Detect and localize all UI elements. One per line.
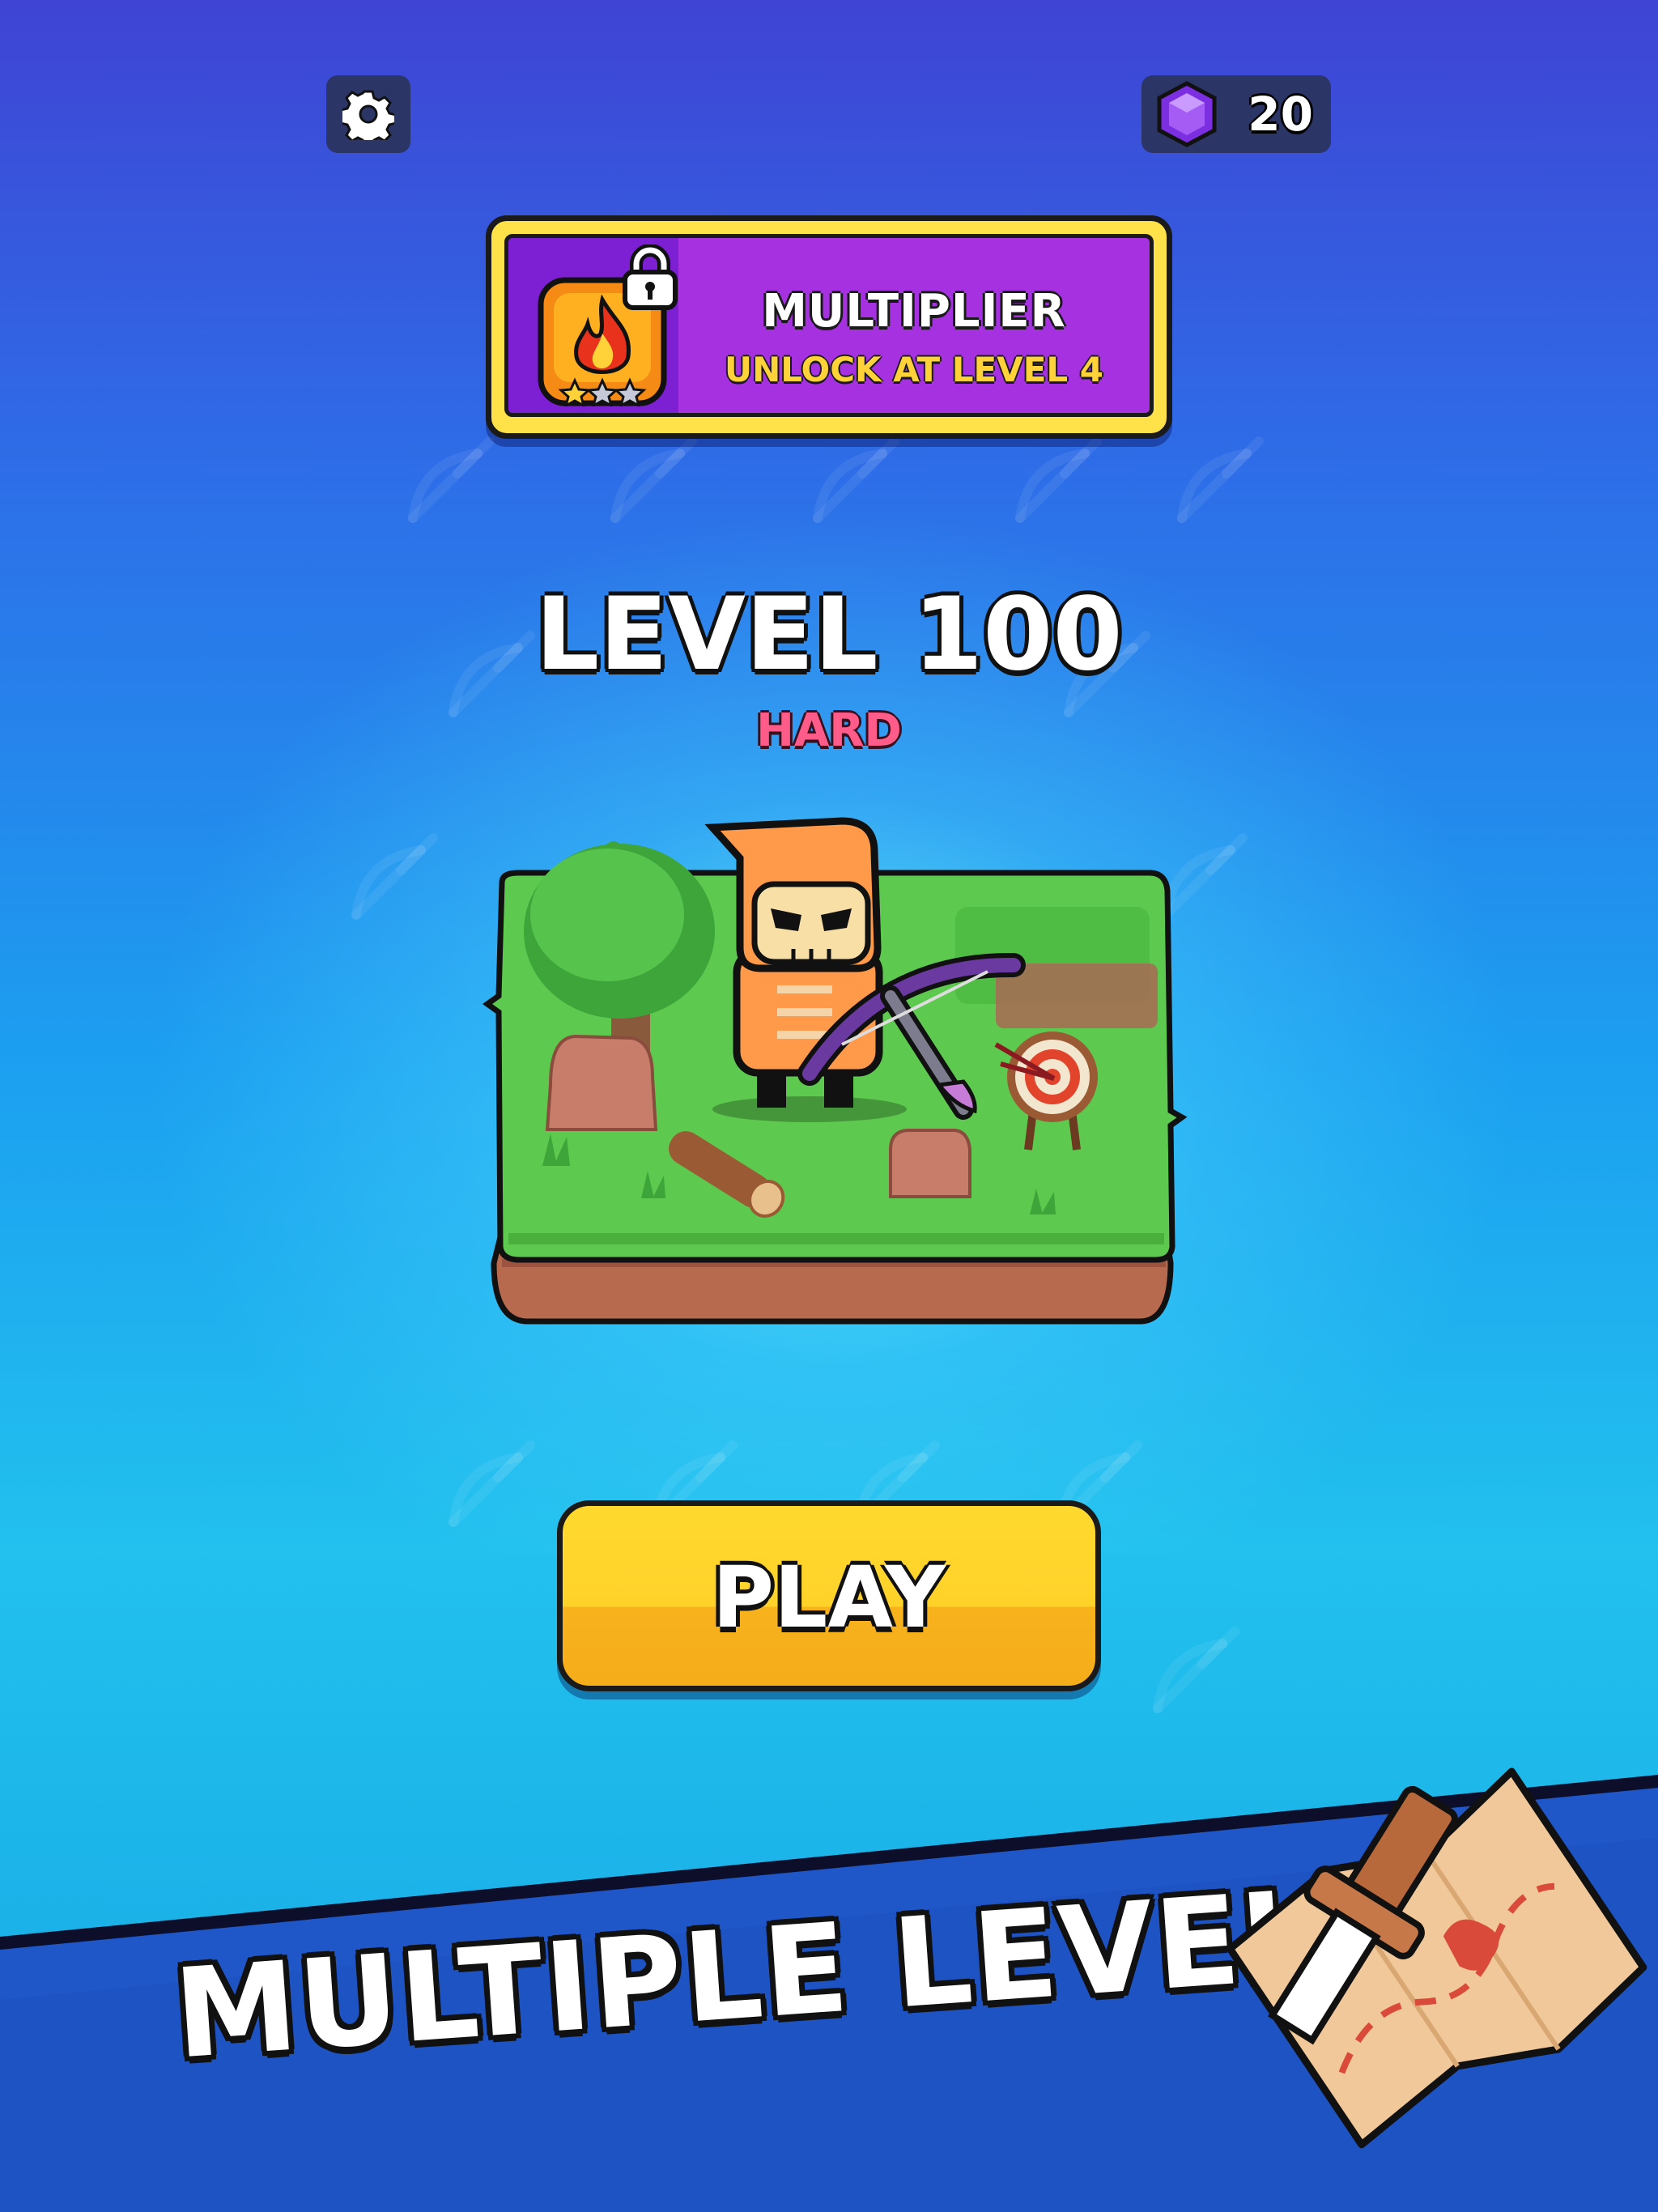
play-button-label: PLAY — [712, 1548, 946, 1647]
lock-icon — [623, 245, 678, 310]
settings-button[interactable] — [326, 75, 410, 153]
level-title: LEVEL 100 — [535, 576, 1123, 693]
gear-icon — [342, 90, 394, 140]
treasure-map-dagger-icon — [1226, 1767, 1647, 2149]
purple-gem-icon — [1157, 81, 1217, 147]
gem-count: 20 — [1248, 87, 1313, 142]
difficulty-label: HARD — [756, 704, 902, 757]
level-preview-island — [482, 817, 1188, 1325]
multiplier-title: MULTIPLIER — [762, 285, 1066, 338]
gem-counter[interactable]: 20 — [1141, 75, 1331, 153]
multiplier-banner[interactable]: MULTIPLIER UNLOCK AT LEVEL 4 — [486, 215, 1172, 439]
multiplier-unlock-text: UNLOCK AT LEVEL 4 — [725, 350, 1103, 389]
play-button[interactable]: PLAY — [557, 1500, 1101, 1691]
multiplier-banner-panel: MULTIPLIER UNLOCK AT LEVEL 4 — [504, 234, 1154, 417]
